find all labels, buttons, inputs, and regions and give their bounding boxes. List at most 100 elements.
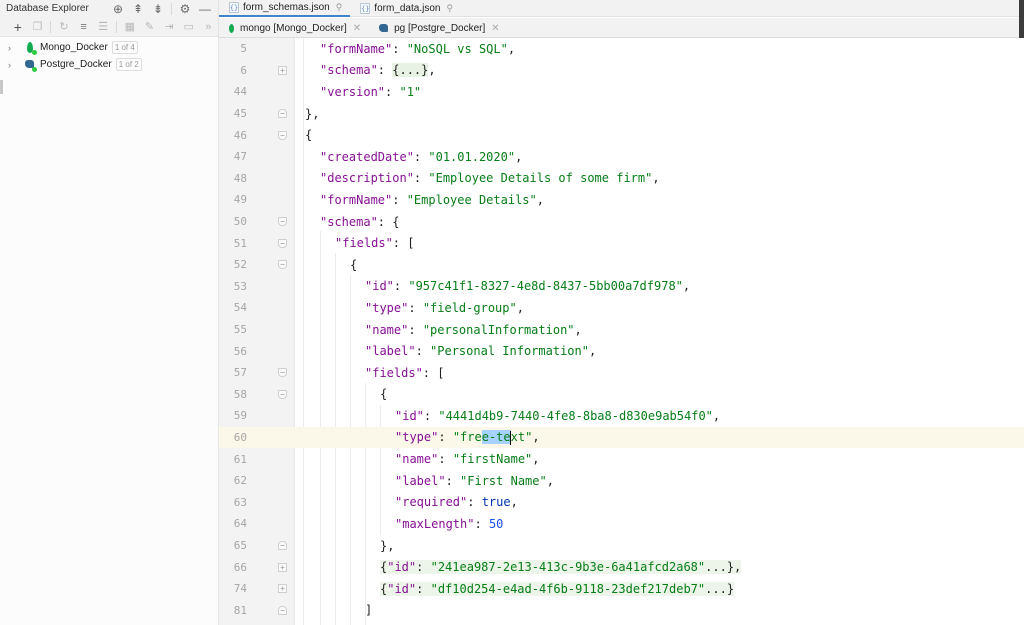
line-number: 60 [233,431,247,445]
crosshair-icon[interactable]: ⊕ [108,1,128,17]
line-number: 58 [233,387,247,401]
table-icon[interactable]: ▦ [120,19,140,35]
tab-mongo-console[interactable]: mongo [Mongo_Docker] ✕ [219,18,369,38]
collapse-fold-icon[interactable]: − [278,130,287,140]
tab-form-schemas-json[interactable]: {} form_schemas.json ⚲ [219,0,351,17]
code-line[interactable]: 65 −}, [219,535,1024,557]
collapse-fold-icon[interactable]: − [278,368,287,378]
code-line[interactable]: 59 "id": "4441d4b9-7440-4fe8-8ba8-d830e9a… [219,405,1024,427]
minimize-icon[interactable]: — [195,1,215,17]
code-line[interactable]: 56 "label": "Personal Information", [219,340,1024,362]
collapse-fold-icon[interactable]: − [278,605,287,615]
collapse-fold-icon[interactable]: − [278,389,287,399]
code-line[interactable]: 58 − { [219,384,1024,406]
json-file-icon: {} [229,2,239,13]
pin-icon[interactable]: ⚲ [336,2,343,13]
code-line[interactable]: 63 "required": true, [219,492,1024,514]
line-number: 54 [233,301,247,315]
code-line[interactable]: 48 "description": "Employee Details of so… [219,168,1024,190]
tab-label: pg [Postgre_Docker] [394,22,486,34]
code-line[interactable]: 44 "version": "1" [219,81,1024,103]
code-line[interactable]: 46 − { [219,124,1024,146]
divider [116,20,118,33]
code-line[interactable]: 74 + {"id": "df10d254-e4ad-4f6b-9118-23def… [219,578,1024,600]
tab-label: mongo [Mongo_Docker] [240,22,347,34]
close-icon[interactable]: ✕ [491,23,499,34]
code-line[interactable]: 64 "maxLength": 50 [219,513,1024,535]
folded-region: {"id": "241ea987-2e13-413c-9b3e-6a41afcd… [380,560,742,575]
code-text: "version": "1" [320,84,422,99]
code-line[interactable]: 51 − "fields": [ [219,232,1024,254]
schema-count-badge[interactable]: 1 of 4 [111,41,138,54]
code-line[interactable]: 62 "label": "First Name", [219,470,1024,492]
collapse-fold-icon[interactable]: − [278,238,287,248]
line-number: 81 [233,603,247,617]
code-line[interactable]: 61 "name": "firstName", [219,448,1024,470]
more-icon[interactable]: » [198,19,218,35]
copy-icon[interactable]: ❐ [28,19,48,35]
mongodb-icon [24,41,37,55]
code-line[interactable]: 60 "type": "free-text", [219,426,1024,449]
code-line[interactable]: 47 "createdDate": "01.01.2020", [219,146,1024,168]
code-text: "description": "Employee Details of some… [320,171,660,186]
tree-item-postgre-docker[interactable]: › Postgre_Docker 1 of 2 [0,56,218,73]
code-line[interactable]: 50 − "schema": { [219,211,1024,233]
chevron-right-icon[interactable]: › [8,60,18,70]
collapse-fold-icon[interactable]: − [278,109,287,119]
code-line[interactable]: 6 + "schema": {...}, [219,60,1024,82]
expand-fold-icon[interactable]: + [278,584,287,594]
panel-header: Database Explorer ⊕ ⇞ ⇟ ⚙ — [0,0,218,17]
gear-icon[interactable]: ⚙ [175,1,195,17]
mongodb-icon [229,23,234,33]
code-line[interactable]: 54 "type": "field-group", [219,297,1024,319]
expand-fold-icon[interactable]: + [278,65,287,75]
line-number: 65 [233,539,247,553]
code-line[interactable]: 45 −}, [219,103,1024,125]
code-line[interactable]: 55 "name": "personalInformation", [219,319,1024,341]
collapse-fold-icon[interactable]: − [278,260,287,270]
code-text: "required": true, [395,495,518,510]
collapse-fold-icon[interactable]: − [278,541,287,551]
panel-title: Database Explorer [6,3,89,14]
code-editor[interactable]: 5 "formName": "NoSQL vs SQL", 6 + "schema": … [219,38,1024,625]
close-icon[interactable]: ✕ [353,23,361,34]
collapse-fold-icon[interactable]: − [278,217,287,227]
tree-item-mongo-docker[interactable]: › Mongo_Docker 1 of 4 [0,39,218,56]
refresh-icon[interactable]: ↻ [54,19,74,35]
code-line[interactable]: 5 "formName": "NoSQL vs SQL", [219,38,1024,60]
expand-fold-icon[interactable]: + [278,562,287,572]
code-line[interactable]: 81 −] [219,600,1024,622]
tree-item-label: Mongo_Docker [40,42,108,53]
expand-all-icon[interactable]: ⇞ [128,1,148,17]
code-text: "fields": [ [365,365,445,380]
edit-icon[interactable]: ✎ [140,19,160,35]
code-line[interactable]: 66 + {"id": "241ea987-2e13-413c-9b3e-6a41a… [219,556,1024,578]
line-number: 57 [233,366,247,380]
line-number: 50 [233,215,247,229]
line-number: 52 [233,258,247,272]
code-text: "label": "First Name", [395,473,554,488]
code-text: "schema": { [320,214,400,229]
text-caret [510,430,512,445]
tab-form-data-json[interactable]: {} form_data.json ⚲ [350,0,461,17]
jump-icon[interactable]: ⇥ [159,19,179,35]
console-icon[interactable]: ▭ [179,19,199,35]
schema-icon[interactable]: ☰ [93,19,113,35]
properties-icon[interactable]: ≡ [74,19,94,35]
line-number: 48 [233,171,247,185]
code-text: "formName": "Employee Details", [320,192,544,207]
schema-count-badge[interactable]: 1 of 2 [115,58,142,71]
divider [171,2,172,15]
pin-icon[interactable]: ⚲ [446,3,453,14]
sidebar-scrollbar[interactable] [0,80,3,94]
add-icon[interactable]: + [8,19,28,35]
code-line[interactable]: 53 "id": "957c41f1-8327-4e8d-8437-5bb00a7… [219,276,1024,298]
line-number: 45 [233,107,247,121]
code-line[interactable]: 57 − "fields": [ [219,362,1024,384]
code-line[interactable]: 52 − { [219,254,1024,276]
line-number: 49 [233,193,247,207]
chevron-right-icon[interactable]: › [8,43,18,53]
code-line[interactable]: 49 "formName": "Employee Details", [219,189,1024,211]
tab-pg-console[interactable]: pg [Postgre_Docker] ✕ [369,18,508,38]
collapse-all-icon[interactable]: ⇟ [148,1,168,17]
